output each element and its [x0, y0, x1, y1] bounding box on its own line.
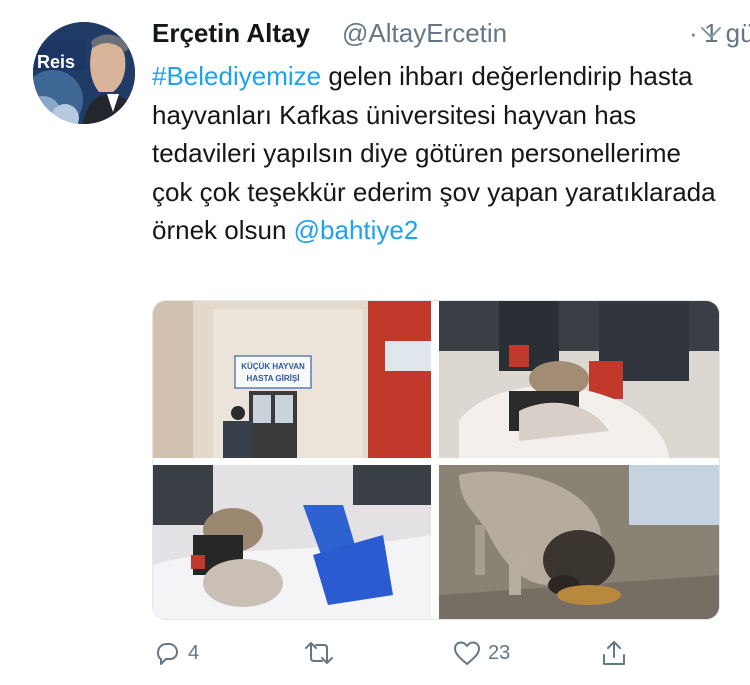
sign-text-line-2: HASTA GİRİŞİ: [247, 374, 300, 383]
share-button[interactable]: [599, 633, 629, 673]
sign-text-line-1: KÜÇÜK HAYVAN: [241, 362, 305, 371]
tweet-text: #Belediyemize gelen ihbarı değerlendirip…: [152, 57, 727, 250]
separator-dot: ·: [689, 18, 698, 48]
like-icon: [454, 641, 480, 665]
mention-link[interactable]: @bahtiye2: [294, 215, 419, 245]
avatar[interactable]: Reis: [33, 22, 135, 124]
reply-button[interactable]: 4: [152, 633, 199, 673]
chevron-down-icon[interactable]: [700, 26, 722, 40]
media-photo-4[interactable]: [439, 465, 719, 619]
retweet-button[interactable]: [302, 633, 342, 673]
media-photo-1[interactable]: KÜÇÜK HAYVAN HASTA GİRİŞİ: [153, 301, 431, 458]
tweet-header: Erçetin Altay @AltayErcetin · 1 gün: [152, 16, 750, 52]
avatar-badge-text: Reis: [37, 52, 75, 72]
avatar-image: Reis: [33, 22, 135, 124]
media-photo-3[interactable]: [153, 465, 431, 619]
reply-icon: [157, 643, 178, 665]
share-icon: [603, 641, 625, 665]
reply-count: 4: [188, 641, 200, 664]
media-photo-2[interactable]: [439, 301, 719, 458]
user-handle[interactable]: @AltayErcetin: [342, 18, 507, 49]
like-count: 23: [488, 641, 511, 664]
display-name[interactable]: Erçetin Altay: [152, 18, 310, 49]
hashtag-link[interactable]: #Belediyemize: [152, 61, 321, 91]
media-grid: KÜÇÜK HAYVAN HASTA GİRİŞİ: [152, 300, 720, 620]
tweet-actions: 4 23: [152, 633, 722, 673]
like-button[interactable]: 23: [452, 633, 510, 673]
retweet-icon: [305, 642, 333, 664]
